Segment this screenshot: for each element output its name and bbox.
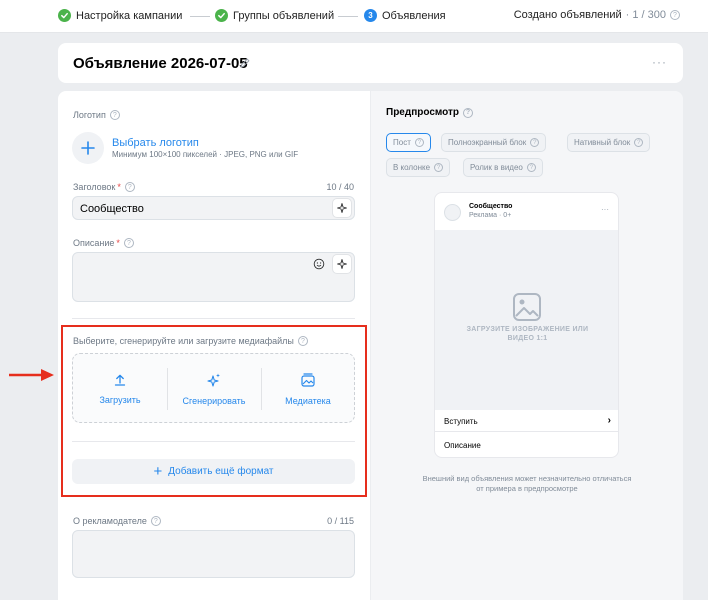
step-label: Объявления bbox=[382, 9, 446, 22]
ai-generate-description-button[interactable] bbox=[332, 254, 352, 274]
sparkles-icon bbox=[337, 203, 347, 213]
chevron-right-icon: › bbox=[607, 415, 611, 426]
highlight-frame bbox=[61, 325, 367, 497]
emoji-icon bbox=[313, 258, 325, 270]
logo-label: Логотип? bbox=[73, 110, 120, 120]
logo-hint: Минимум 100×100 пикселей · JPEG, PNG или… bbox=[112, 150, 299, 159]
preview-tab-column[interactable]: В колонке? bbox=[386, 158, 451, 177]
help-icon[interactable]: ? bbox=[123, 238, 134, 248]
edit-pencil-icon[interactable] bbox=[239, 56, 251, 74]
preview-tab-video[interactable]: Ролик в видео? bbox=[463, 158, 543, 177]
step-label: Группы объявлений bbox=[233, 9, 335, 22]
preview-disclaimer: Внешний вид объявления может незначитель… bbox=[422, 474, 632, 493]
step-ads[interactable]: 3 Объявления bbox=[364, 9, 446, 22]
emoji-button[interactable] bbox=[309, 254, 329, 274]
check-circle-icon bbox=[58, 9, 71, 22]
help-icon[interactable]: ? bbox=[150, 516, 161, 526]
help-icon[interactable]: ? bbox=[463, 107, 474, 118]
step-separator bbox=[190, 16, 210, 17]
post-description: Описание bbox=[444, 441, 481, 450]
ai-generate-title-button[interactable] bbox=[332, 198, 352, 218]
preview-title: Предпросмотр? bbox=[386, 107, 474, 118]
arrow-right-icon bbox=[9, 368, 55, 387]
created-count: · 1 / 300 bbox=[625, 9, 666, 21]
ad-header-card: Объявление 2026-07-05 ··· bbox=[58, 43, 683, 83]
created-label: Создано объявлений bbox=[513, 9, 622, 21]
step-ad-groups[interactable]: Группы объявлений bbox=[215, 9, 334, 22]
post-author-name: Сообщество bbox=[469, 203, 513, 210]
help-icon[interactable]: ? bbox=[109, 110, 120, 120]
page-title: Объявление 2026-07-05 bbox=[73, 55, 248, 72]
ads-created-counter: Создано объявлений · 1 / 300 ? bbox=[514, 9, 680, 21]
divider bbox=[72, 318, 355, 319]
advertiser-char-count: 0 / 115 bbox=[327, 516, 354, 526]
preview-tab-post[interactable]: Пост? bbox=[386, 133, 431, 152]
cta-row: Вступить › bbox=[435, 410, 618, 432]
more-options-icon: ··· bbox=[601, 205, 609, 214]
preview-tab-native[interactable]: Нативный блок? bbox=[567, 133, 651, 152]
help-icon[interactable]: ? bbox=[670, 10, 680, 20]
choose-logo-link[interactable]: Выбрать логотип bbox=[112, 137, 199, 149]
preview-tab-fullscreen[interactable]: Полноэкранный блок? bbox=[441, 133, 547, 152]
more-options-icon[interactable]: ··· bbox=[652, 55, 667, 69]
cta-label: Вступить bbox=[444, 417, 478, 426]
title-char-count: 10 / 40 bbox=[326, 182, 354, 192]
description-label: Описание *? bbox=[73, 238, 134, 248]
step-separator bbox=[338, 16, 358, 17]
avatar bbox=[444, 204, 461, 221]
campaign-stepper: Настройка кампании Группы объявлений 3 О… bbox=[0, 0, 708, 33]
title-input[interactable]: Сообщество bbox=[72, 196, 355, 220]
step-label: Настройка кампании bbox=[76, 9, 183, 22]
preview-panel: Предпросмотр? Пост? Полноэкранный блок? … bbox=[371, 91, 683, 600]
sparkles-icon bbox=[337, 259, 347, 269]
title-label: Заголовок *? bbox=[73, 182, 135, 192]
step-number-badge: 3 bbox=[364, 9, 377, 22]
image-placeholder: ЗАГРУЗИТЕ ИЗОБРАЖЕНИЕ ИЛИ ВИДЕО 1:1 bbox=[435, 230, 618, 410]
plus-icon bbox=[81, 141, 95, 155]
advertiser-label: О рекламодателе? bbox=[73, 516, 161, 526]
image-icon bbox=[512, 292, 542, 327]
check-circle-icon bbox=[215, 9, 228, 22]
step-campaign-settings[interactable]: Настройка кампании bbox=[58, 9, 182, 22]
add-logo-button[interactable] bbox=[72, 132, 104, 164]
post-subtitle: Реклама · 0+ bbox=[469, 212, 512, 219]
ad-preview-post: Сообщество Реклама · 0+ ··· ЗАГРУЗИТЕ ИЗ… bbox=[434, 192, 619, 458]
help-icon[interactable]: ? bbox=[124, 182, 135, 192]
advertiser-textarea[interactable] bbox=[72, 530, 355, 578]
image-placeholder-text: ЗАГРУЗИТЕ ИЗОБРАЖЕНИЕ ИЛИ ВИДЕО 1:1 bbox=[466, 326, 589, 342]
